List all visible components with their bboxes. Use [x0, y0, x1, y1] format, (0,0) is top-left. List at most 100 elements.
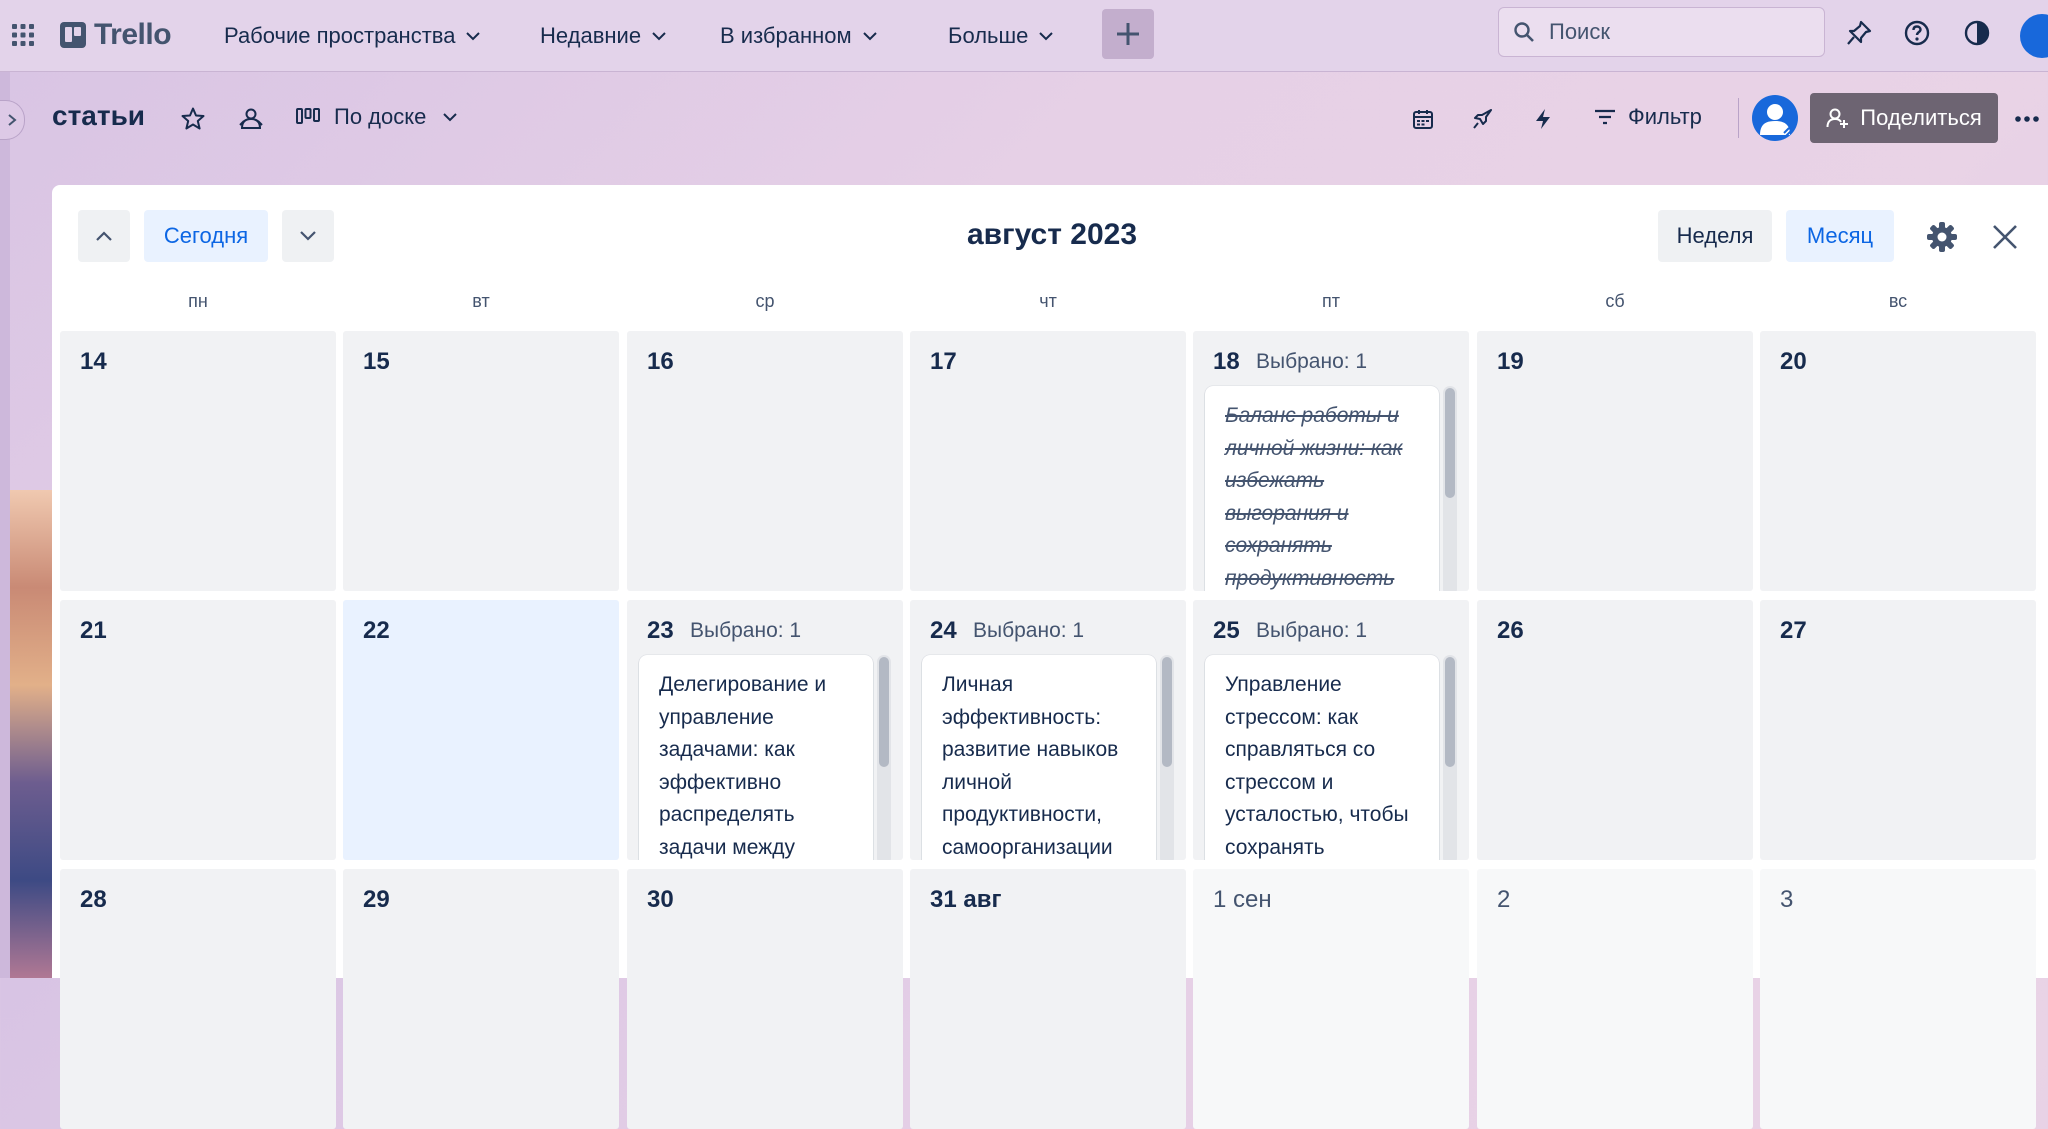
- selected-count: Выбрано: 1: [973, 619, 1085, 642]
- day-number: 30: [647, 886, 674, 913]
- day-scrollbar-thumb[interactable]: [1445, 657, 1455, 767]
- weekday-header: чт: [1039, 291, 1057, 311]
- calendar-day-cell[interactable]: 17: [910, 331, 1186, 591]
- create-button[interactable]: [1102, 9, 1154, 59]
- calendar-card[interactable]: Баланс работы и личной жизни: как избежа…: [1205, 386, 1439, 591]
- day-number: 27: [1780, 617, 1807, 644]
- member-avatar[interactable]: [1752, 95, 1798, 141]
- day-number: 14: [80, 348, 107, 375]
- calendar-day-cell[interactable]: 22: [343, 600, 619, 860]
- calendar-power-up-icon[interactable]: [1408, 104, 1438, 134]
- calendar-day-cell[interactable]: 23 Выбрано: 1 Делегирование и управление з…: [627, 600, 903, 860]
- calendar-card[interactable]: Личная эффективность: развитие навыков л…: [922, 655, 1156, 860]
- top-navigation: Trello Рабочие пространства Недавние В и…: [0, 0, 2048, 72]
- day-number: 29: [363, 886, 390, 913]
- day-number: 31 авг: [930, 886, 1002, 913]
- view-switcher[interactable]: По доске: [296, 104, 460, 130]
- board-view-icon: [296, 108, 320, 124]
- help-icon[interactable]: [1902, 18, 1932, 48]
- search-icon: [1514, 22, 1534, 42]
- view-label: По доске: [334, 104, 427, 129]
- calendar-day-cell[interactable]: 2: [1477, 869, 1753, 1129]
- calendar-day-cell[interactable]: 29: [343, 869, 619, 1129]
- calendar-day-cell[interactable]: 24 Выбрано: 1 Личная эффективность: развит…: [910, 600, 1186, 860]
- day-number: 22: [363, 617, 390, 644]
- day-number: 20: [1780, 348, 1807, 375]
- day-number: 16: [647, 348, 674, 375]
- menu-recent[interactable]: Недавние: [540, 16, 667, 56]
- share-button[interactable]: Поделиться: [1810, 93, 1998, 143]
- selected-count: Выбрано: 1: [690, 619, 802, 642]
- chevron-right-icon: [8, 114, 17, 126]
- calendar-day-cell[interactable]: 16: [627, 331, 903, 591]
- app-switcher-icon[interactable]: [12, 24, 34, 46]
- user-avatar-icon: [1760, 104, 1793, 137]
- month-view-button[interactable]: Месяц: [1786, 210, 1894, 262]
- automation-icon[interactable]: [1528, 104, 1558, 134]
- board-background: [10, 490, 52, 978]
- month-title: август 2023: [967, 218, 1138, 251]
- power-ups-icon[interactable]: [1468, 104, 1498, 134]
- calendar-day-cell[interactable]: 1 сен: [1193, 869, 1469, 1129]
- sidebar-collapsed: [0, 72, 10, 978]
- plus-icon: [1117, 23, 1139, 45]
- more-options-icon[interactable]: [2012, 104, 2042, 134]
- day-number: 28: [80, 886, 107, 913]
- menu-workspaces[interactable]: Рабочие пространства: [224, 16, 481, 56]
- menu-label: Недавние: [540, 23, 642, 48]
- day-number: 19: [1497, 348, 1524, 375]
- calendar-day-cell[interactable]: 26: [1477, 600, 1753, 860]
- calendar-day-cell[interactable]: 30: [627, 869, 903, 1129]
- day-number: 15: [363, 348, 390, 375]
- chevron-down-icon: [862, 32, 877, 41]
- search-box[interactable]: [1498, 7, 1825, 57]
- menu-label: В избранном: [720, 23, 852, 48]
- filter-button[interactable]: Фильтр: [1594, 104, 1702, 130]
- calendar-settings-icon[interactable]: [1924, 219, 1960, 255]
- calendar-day-cell[interactable]: 31 авг: [910, 869, 1186, 1129]
- account-avatar[interactable]: [2020, 14, 2048, 58]
- day-scrollbar-thumb[interactable]: [1445, 388, 1455, 498]
- calendar-day-cell[interactable]: 25 Выбрано: 1 Управление стрессом: как спр…: [1193, 600, 1469, 860]
- weekday-header: пт: [1322, 291, 1340, 311]
- weekday-header: вс: [1888, 291, 1908, 311]
- day-scrollbar-thumb[interactable]: [1162, 657, 1172, 767]
- chevron-down-icon: [300, 231, 316, 241]
- previous-month-button[interactable]: [78, 210, 130, 262]
- calendar-day-cell[interactable]: 18 Выбрано: 1 Баланс работы и личной жизни…: [1193, 331, 1469, 591]
- calendar-day-cell[interactable]: 20: [1760, 331, 2036, 591]
- calendar-day-cell[interactable]: 21: [60, 600, 336, 860]
- calendar-panel: Сегодня август 2023 Неделя Месяц пн вт ср ч…: [52, 185, 2048, 1129]
- menu-more[interactable]: Больше: [948, 16, 1054, 56]
- weekday-header: вт: [472, 291, 490, 311]
- day-scrollbar-thumb[interactable]: [879, 657, 889, 767]
- star-icon[interactable]: [178, 104, 208, 134]
- day-number: 23: [647, 617, 674, 644]
- calendar-day-cell[interactable]: 3: [1760, 869, 2036, 1129]
- trello-logo[interactable]: Trello: [60, 16, 172, 54]
- expand-sidebar-button[interactable]: [0, 100, 25, 140]
- chevron-down-icon: [652, 32, 666, 41]
- week-view-button[interactable]: Неделя: [1658, 210, 1772, 262]
- menu-starred[interactable]: В избранном: [720, 16, 878, 56]
- day-number: 21: [80, 617, 107, 644]
- calendar-card[interactable]: Делегирование и управление задачами: как…: [639, 655, 873, 860]
- notifications-icon[interactable]: [1844, 18, 1874, 48]
- chevron-up-icon: [96, 231, 112, 241]
- day-number: 2: [1497, 886, 1511, 913]
- next-month-button[interactable]: [282, 210, 334, 262]
- theme-toggle-icon[interactable]: [1962, 18, 1992, 48]
- day-number: 3: [1780, 886, 1794, 913]
- calendar-day-cell[interactable]: 14: [60, 331, 336, 591]
- day-number: 17: [930, 348, 957, 375]
- calendar-day-cell[interactable]: 15: [343, 331, 619, 591]
- board-title[interactable]: статьи: [52, 100, 145, 132]
- search-input[interactable]: [1547, 18, 1801, 46]
- calendar-card[interactable]: Управление стрессом: как справляться со …: [1205, 655, 1439, 860]
- calendar-day-cell[interactable]: 27: [1760, 600, 2036, 860]
- close-calendar-icon[interactable]: [1989, 221, 2021, 253]
- today-button[interactable]: Сегодня: [144, 210, 268, 262]
- calendar-day-cell[interactable]: 28: [60, 869, 336, 1129]
- workspace-visibility-icon[interactable]: [236, 104, 266, 134]
- calendar-day-cell[interactable]: 19: [1477, 331, 1753, 591]
